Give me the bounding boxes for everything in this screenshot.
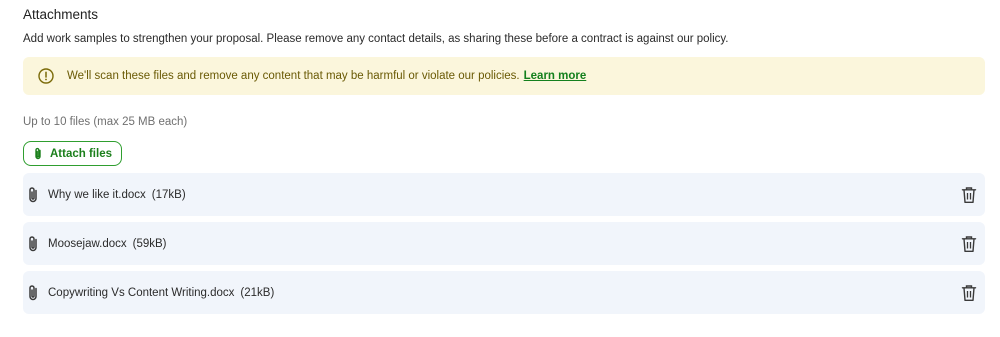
notice-text: We'll scan these files and remove any co… xyxy=(67,70,520,82)
file-row: Why we like it.docx (17kB) xyxy=(23,173,985,216)
file-size: (17kB) xyxy=(151,188,186,201)
delete-file-trash-icon[interactable] xyxy=(961,235,977,253)
paperclip-icon xyxy=(26,186,40,204)
scan-notice-banner: We'll scan these files and remove any co… xyxy=(23,57,985,95)
file-row: Copywriting Vs Content Writing.docx (21k… xyxy=(23,271,985,314)
file-row: Moosejaw.docx (59kB) xyxy=(23,222,985,265)
file-limit-text: Up to 10 files (max 25 MB each) xyxy=(23,116,188,128)
section-title: Attachments xyxy=(23,7,99,22)
delete-file-trash-icon[interactable] xyxy=(961,284,977,302)
delete-file-trash-icon[interactable] xyxy=(961,186,977,204)
file-size: (59kB) xyxy=(132,237,167,250)
attach-files-button[interactable]: Attach files xyxy=(23,141,122,166)
file-name: Why we like it.docx xyxy=(48,188,146,201)
paperclip-icon xyxy=(26,284,40,302)
file-size: (21kB) xyxy=(240,286,275,299)
paperclip-icon xyxy=(26,235,40,253)
paperclip-icon xyxy=(33,147,43,161)
attach-files-label: Attach files xyxy=(50,147,112,160)
alert-circle-icon xyxy=(37,67,55,85)
learn-more-link[interactable]: Learn more xyxy=(524,70,587,82)
section-description: Add work samples to strengthen your prop… xyxy=(23,33,729,45)
file-name: Moosejaw.docx xyxy=(48,237,127,250)
file-name: Copywriting Vs Content Writing.docx xyxy=(48,286,235,299)
